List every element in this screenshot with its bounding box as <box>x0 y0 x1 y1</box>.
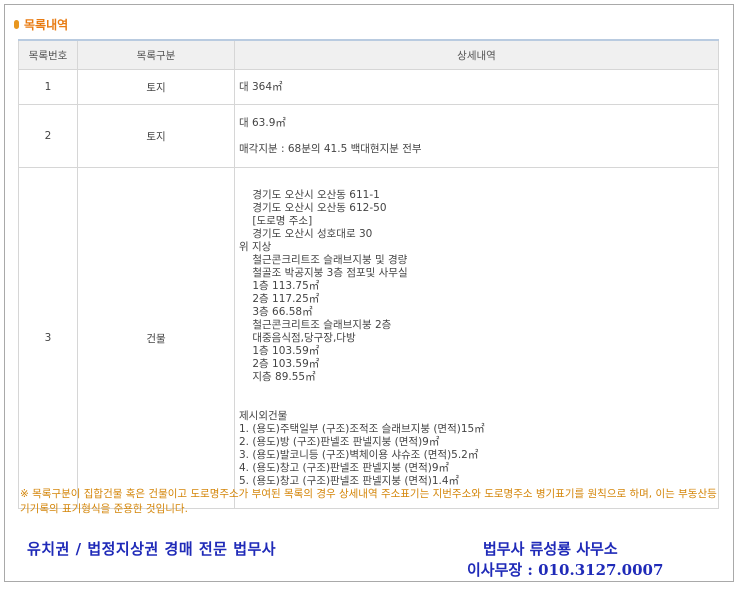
table-row: 3 건물 경기도 오산시 오산동 611-1 경기도 오산시 오산동 612-5… <box>18 167 719 509</box>
cell-list-number: 2 <box>18 104 78 168</box>
footer-contact: 이사무장 : 010.3127.0007 <box>467 561 664 579</box>
footer-tagline: 유치권 / 법정지상권 경매 전문 법무사 <box>27 540 277 558</box>
table-row: 1 토지 대 364㎡ <box>18 69 719 105</box>
cell-list-type: 건물 <box>77 167 235 509</box>
cell-list-type: 토지 <box>77 69 235 105</box>
cell-detail: 대 364㎡ <box>234 69 719 105</box>
notice-text: ※ 목록구분이 집합건물 혹은 건물이고 도로명주소가 부여된 목록의 경우 상… <box>20 488 717 515</box>
section-title: 목록내역 <box>24 18 69 32</box>
cell-list-type: 토지 <box>77 104 235 168</box>
section-header: 목록내역 <box>14 16 68 33</box>
cell-detail: 경기도 오산시 오산동 611-1 경기도 오산시 오산동 612-50 [도로… <box>234 167 719 509</box>
cell-list-number: 3 <box>18 167 78 509</box>
list-table: 목록번호 목록구분 상세내역 1 토지 대 364㎡ 2 토지 대 63.9㎡ … <box>18 39 719 509</box>
header-detail: 상세내역 <box>234 39 719 70</box>
table-row: 2 토지 대 63.9㎡ 매각지분 : 68분의 41.5 백대현지분 전부 <box>18 104 719 168</box>
cell-detail: 대 63.9㎡ 매각지분 : 68분의 41.5 백대현지분 전부 <box>234 104 719 168</box>
cell-list-number: 1 <box>18 69 78 105</box>
footer-office-name: 법무사 류성룡 사무소 <box>483 540 618 558</box>
bullet-icon <box>14 20 19 29</box>
header-list-number: 목록번호 <box>18 39 78 70</box>
table-header-row: 목록번호 목록구분 상세내역 <box>18 39 719 70</box>
header-list-type: 목록구분 <box>77 39 235 70</box>
